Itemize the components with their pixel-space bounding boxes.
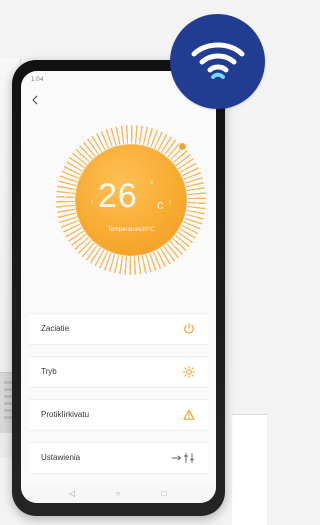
increase-temperature-arrow[interactable]: › <box>165 196 175 206</box>
sun-icon <box>182 365 196 379</box>
dial-center: ‹ › 26 ° c Temperature30°C <box>75 144 187 256</box>
wifi-icon <box>191 42 245 79</box>
square-recent-icon[interactable]: □ <box>159 489 169 499</box>
control-row-zaciatie[interactable]: Zaciatie <box>29 313 208 345</box>
control-label: Protiklírkivatu <box>41 410 90 419</box>
adjust-icon <box>184 453 194 463</box>
warning-icon <box>183 409 195 420</box>
temperature-value: 26 <box>98 177 138 215</box>
control-row-ustawienia[interactable]: Ustawienia <box>29 442 208 474</box>
back-button[interactable] <box>29 93 41 105</box>
phone-device: 1:04 ✱ ▾ ◢ ▮ ‹ › 26 ° c Temperature30°C … <box>12 60 225 516</box>
circle-home-icon[interactable]: ○ <box>113 489 123 499</box>
control-label: Ustawienia <box>41 453 81 462</box>
control-label: Tryb <box>41 367 57 376</box>
control-row-tryb[interactable]: Tryb <box>29 356 208 388</box>
power-icon <box>184 323 194 334</box>
control-label: Zaciatie <box>41 324 70 333</box>
control-row-protection[interactable]: Protiklírkivatu <box>29 399 208 431</box>
decrease-temperature-arrow[interactable]: ‹ <box>87 196 97 206</box>
dial-knob[interactable] <box>179 143 186 150</box>
back-arrow-icon <box>32 95 38 105</box>
background-right-surface <box>232 414 267 525</box>
status-time: 1:04 <box>31 77 44 83</box>
temperature-label: Temperature30°C <box>107 227 155 233</box>
degree-symbol: ° <box>150 180 154 189</box>
phone-screen: 1:04 ✱ ▾ ◢ ▮ ‹ › 26 ° c Temperature30°C … <box>21 71 216 503</box>
triangle-back-icon[interactable]: ◁ <box>67 489 77 499</box>
thermostat-dial[interactable]: ‹ › 26 ° c Temperature30°C <box>56 125 206 275</box>
temperature-unit: c <box>157 197 164 212</box>
system-navigation-bar: ◁ ○ □ <box>21 483 216 503</box>
wifi-badge <box>170 14 265 109</box>
